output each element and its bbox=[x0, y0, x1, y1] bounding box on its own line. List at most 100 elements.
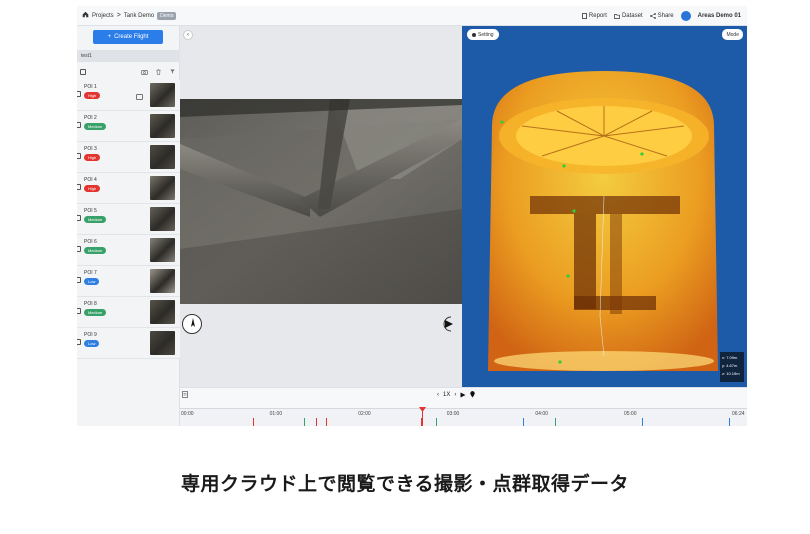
comment-icon[interactable] bbox=[136, 94, 143, 100]
camera-icon[interactable] bbox=[141, 69, 148, 75]
poi-name: POI 7 bbox=[84, 270, 97, 276]
timeline-marker[interactable] bbox=[316, 418, 318, 426]
point-cloud-viewer[interactable]: Setting Mode x: 7.09m y: 4.67m z: 10.15m bbox=[462, 26, 747, 387]
poi-name: POI 1 bbox=[84, 84, 97, 90]
timeline-marker[interactable] bbox=[642, 418, 644, 426]
chevron-right-icon[interactable]: › bbox=[454, 392, 456, 398]
app-window: Projects > Tank Demo Demo Report Dataset… bbox=[77, 6, 747, 426]
poi-name: POI 3 bbox=[84, 146, 97, 152]
poi-thumbnail[interactable] bbox=[150, 331, 175, 355]
dataset-button[interactable]: Dataset bbox=[614, 13, 643, 19]
priority-badge: Low bbox=[84, 340, 100, 347]
poi-thumbnail[interactable] bbox=[150, 176, 175, 200]
poi-row[interactable]: POI 6 Medium bbox=[77, 235, 180, 266]
poi-name: POI 9 bbox=[84, 332, 97, 338]
point-cloud-render bbox=[462, 26, 747, 387]
timeline-tick-label: 01:00 bbox=[269, 411, 283, 417]
poi-row[interactable]: POI 9 Low bbox=[77, 328, 180, 359]
chevron-left-icon[interactable]: ‹ bbox=[437, 392, 439, 398]
speed-value[interactable]: 1X bbox=[443, 392, 450, 398]
timeline-marker[interactable] bbox=[326, 418, 328, 426]
avatar[interactable] bbox=[680, 11, 691, 21]
folder-icon bbox=[614, 13, 620, 19]
compass-icon[interactable] bbox=[182, 314, 202, 334]
collapse-button[interactable]: ‹ bbox=[183, 30, 193, 40]
playback-controls: ‹ 1X › bbox=[437, 391, 476, 398]
poi-name: POI 6 bbox=[84, 239, 97, 245]
poi-thumbnail[interactable] bbox=[150, 269, 175, 293]
poi-checkbox[interactable] bbox=[77, 308, 81, 314]
trash-icon[interactable] bbox=[156, 69, 161, 75]
document-icon[interactable] bbox=[182, 391, 188, 398]
poi-row[interactable]: POI 8 Medium bbox=[77, 297, 180, 328]
poi-row[interactable]: POI 7 Low bbox=[77, 266, 180, 297]
priority-badge: Medium bbox=[84, 216, 107, 223]
poi-row[interactable]: POI 5 Medium bbox=[77, 204, 180, 235]
location-pin-icon[interactable] bbox=[470, 391, 476, 398]
coordinate-readout: x: 7.09m y: 4.67m z: 10.15m bbox=[720, 352, 744, 382]
report-icon bbox=[582, 13, 587, 19]
poi-checkbox[interactable] bbox=[77, 246, 81, 252]
poi-name: POI 5 bbox=[84, 208, 97, 214]
timeline-marker[interactable] bbox=[252, 418, 254, 426]
playhead[interactable] bbox=[419, 407, 427, 426]
poi-row[interactable]: POI 1 High bbox=[77, 80, 180, 111]
poi-row[interactable]: POI 4 High bbox=[77, 173, 180, 204]
poi-checkbox[interactable] bbox=[77, 184, 81, 190]
report-label: Report bbox=[588, 13, 607, 19]
priority-badge: High bbox=[84, 154, 101, 161]
poi-thumbnail[interactable] bbox=[150, 207, 175, 231]
flight-name[interactable]: test1 bbox=[77, 50, 180, 62]
poi-checkbox[interactable] bbox=[77, 122, 81, 128]
poi-checkbox[interactable] bbox=[77, 153, 81, 159]
play-icon[interactable] bbox=[460, 392, 466, 398]
mode-button[interactable]: Mode bbox=[722, 29, 743, 40]
play-direction-icon[interactable] bbox=[442, 316, 458, 332]
poi-sidebar: + Create Flight test1 POI 1 High POI 2 Medi… bbox=[77, 26, 180, 426]
poi-thumbnail[interactable] bbox=[150, 114, 175, 138]
share-icon bbox=[649, 13, 656, 19]
coord-x: x: 7.09m bbox=[722, 355, 738, 360]
create-flight-button[interactable]: + Create Flight bbox=[93, 30, 163, 44]
poi-checkbox[interactable] bbox=[77, 339, 81, 345]
breadcrumb: Projects > Tank Demo Demo bbox=[77, 11, 177, 20]
timeline-marker[interactable] bbox=[303, 418, 305, 426]
priority-badge: High bbox=[84, 92, 101, 99]
home-icon[interactable] bbox=[82, 11, 89, 20]
poi-thumbnail[interactable] bbox=[150, 238, 175, 262]
poi-checkbox[interactable] bbox=[77, 277, 81, 283]
breadcrumb-projects[interactable]: Projects bbox=[92, 13, 114, 19]
poi-row[interactable]: POI 3 High bbox=[77, 142, 180, 173]
poi-checkbox[interactable] bbox=[77, 215, 81, 221]
breadcrumb-separator: > bbox=[116, 12, 121, 19]
timeline-marker[interactable] bbox=[523, 418, 525, 426]
poi-thumbnail[interactable] bbox=[150, 83, 175, 107]
breadcrumb-project[interactable]: Tank Demo bbox=[124, 13, 154, 19]
timeline-marker[interactable] bbox=[728, 418, 730, 426]
share-label: Share bbox=[657, 13, 674, 19]
timeline-track[interactable]: 00:00 01:00 02:00 03:00 04:00 05:00 06:24 bbox=[180, 407, 747, 426]
timeline-marker[interactable] bbox=[436, 418, 438, 426]
poi-checkbox[interactable] bbox=[77, 91, 81, 97]
poi-thumbnail[interactable] bbox=[150, 300, 175, 324]
priority-badge: Medium bbox=[84, 247, 107, 254]
dataset-label: Dataset bbox=[621, 13, 643, 19]
inspection-photo[interactable] bbox=[180, 99, 462, 304]
share-button[interactable]: Share bbox=[649, 13, 674, 19]
report-button[interactable]: Report bbox=[582, 13, 607, 19]
timeline-tick-label: 05:00 bbox=[623, 411, 637, 417]
demo-tag: Demo bbox=[157, 11, 177, 20]
select-all-checkbox[interactable] bbox=[80, 69, 86, 75]
poi-thumbnail[interactable] bbox=[150, 145, 175, 169]
plus-icon: + bbox=[107, 34, 112, 40]
timeline-marker[interactable] bbox=[555, 418, 557, 426]
setting-button[interactable]: Setting bbox=[467, 29, 499, 40]
list-toolbar bbox=[77, 66, 180, 78]
create-flight-label: Create Flight bbox=[114, 34, 149, 40]
user-name[interactable]: Areas Demo 01 bbox=[698, 13, 741, 19]
coord-z: z: 10.15m bbox=[722, 371, 740, 376]
filter-icon[interactable] bbox=[170, 69, 175, 74]
gear-icon bbox=[472, 32, 476, 37]
poi-row[interactable]: POI 2 Medium bbox=[77, 111, 180, 142]
timeline-tick-label: 04:00 bbox=[535, 411, 548, 417]
